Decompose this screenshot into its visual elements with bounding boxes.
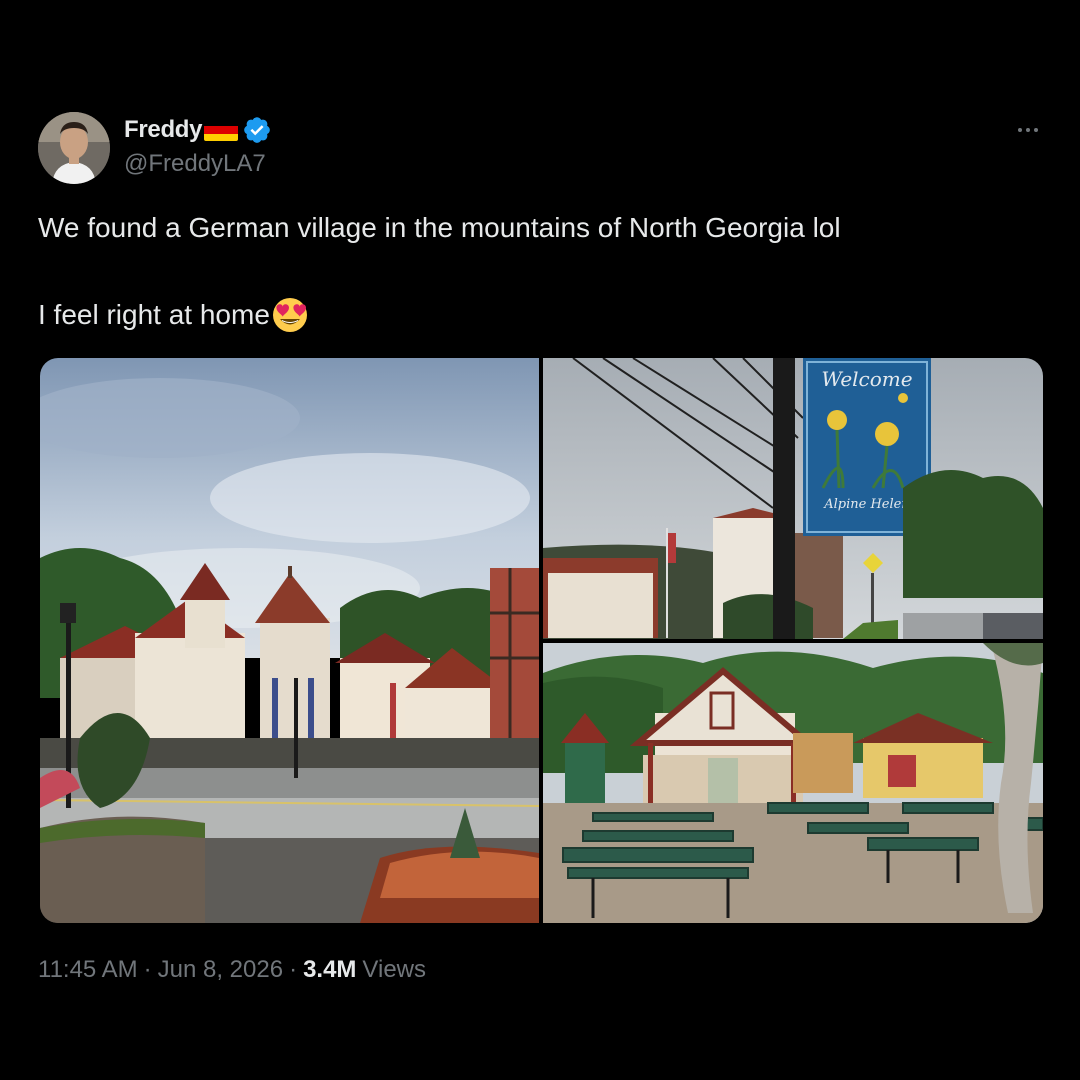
sign-alpine-helen-text: Alpine Helen bbox=[823, 497, 909, 512]
germany-flag-icon bbox=[204, 119, 239, 141]
post-date[interactable]: Jun 8, 2026 bbox=[158, 956, 283, 984]
post-time[interactable]: 11:45 AM bbox=[38, 956, 138, 984]
verified-badge-icon[interactable] bbox=[242, 115, 272, 145]
post-text-line-1: We found a German village in the mountai… bbox=[38, 212, 841, 243]
media-grid[interactable]: Welcome Alpine Helen bbox=[40, 358, 1043, 923]
meta-separator: · bbox=[289, 956, 298, 983]
meta-separator: · bbox=[143, 956, 152, 983]
author-display-name[interactable]: Freddy bbox=[124, 116, 203, 144]
sign-welcome-text: Welcome bbox=[821, 367, 912, 391]
photo-welcome-sign[interactable]: Welcome Alpine Helen bbox=[543, 358, 1043, 639]
heart-eyes-emoji-icon bbox=[272, 298, 307, 332]
more-options-button[interactable] bbox=[1008, 116, 1048, 144]
views-label: Views bbox=[362, 956, 427, 983]
views-count: 3.4M bbox=[303, 956, 357, 983]
post-meta: 11:45 AM · Jun 8, 2026 · 3.4M Views bbox=[38, 956, 426, 984]
author-handle[interactable]: @FreddyLA7 bbox=[124, 150, 266, 178]
post-text-line-2-row: I feel right at home bbox=[38, 297, 308, 333]
photo-village-street[interactable] bbox=[40, 358, 539, 923]
post-text-line-2: I feel right at home bbox=[38, 299, 270, 330]
author-avatar[interactable] bbox=[38, 112, 110, 184]
more-horizontal-icon bbox=[1018, 128, 1022, 132]
author-name-row: Freddy bbox=[124, 114, 272, 146]
photo-plaza-benches[interactable] bbox=[543, 643, 1043, 923]
